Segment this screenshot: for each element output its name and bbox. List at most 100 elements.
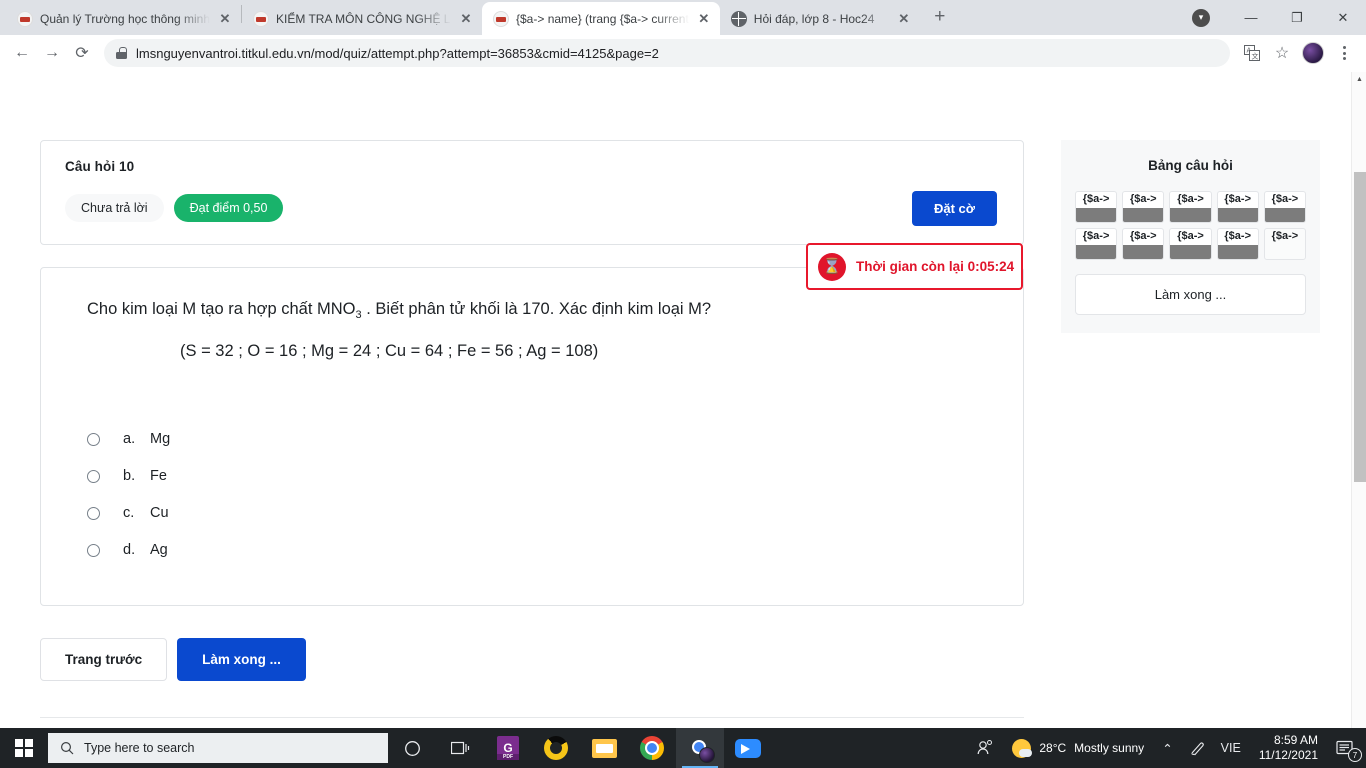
browser-tab-4[interactable]: Hỏi đáp, lớp 8 - Hoc24 ✕ <box>720 2 920 35</box>
edge-icon[interactable] <box>532 728 580 768</box>
back-icon[interactable]: ← <box>8 39 36 67</box>
question-cell-6[interactable]: {$a-> <box>1075 228 1118 260</box>
question-cell-9[interactable]: {$a-> <box>1216 228 1259 260</box>
download-chevron-icon[interactable]: ▾ <box>1192 8 1210 27</box>
radio-button[interactable] <box>87 506 100 520</box>
school-icon <box>253 10 269 27</box>
status-badge: Chưa trả lời <box>65 194 164 222</box>
cell-state-bar <box>1265 245 1305 259</box>
cell-state-bar <box>1217 245 1258 259</box>
weather-widget[interactable]: 28°C Mostly sunny <box>1002 738 1154 758</box>
reload-icon[interactable]: ⟳ <box>68 39 96 67</box>
question-cell-7[interactable]: {$a-> <box>1122 228 1165 260</box>
gpdf-icon[interactable]: G <box>484 728 532 768</box>
maximize-button[interactable]: ❐ <box>1274 0 1320 35</box>
finish-attempt-button[interactable]: Làm xong ... <box>177 637 306 681</box>
flag-question-button[interactable]: Đặt cờ <box>911 191 997 226</box>
remaining-time-text: Thời gian còn lại 0:05:24 <box>856 259 1015 274</box>
bookmark-star-icon[interactable]: ☆ <box>1268 39 1296 67</box>
question-grid: {$a-> {$a-> {$a-> {$a-> {$a-> {$a-> {$a-… <box>1075 191 1306 260</box>
radio-button[interactable] <box>87 543 100 557</box>
translate-icon[interactable]: A 文 <box>1238 39 1266 67</box>
scrollbar-thumb[interactable] <box>1353 172 1366 482</box>
option-letter: c. <box>123 505 135 522</box>
answer-option-a[interactable]: a. Mg <box>87 421 999 458</box>
taskbar-search-input[interactable]: Type here to search <box>48 733 388 763</box>
question-cell-5[interactable]: {$a-> <box>1263 191 1306 223</box>
answer-option-d[interactable]: d. Ag <box>87 532 999 569</box>
window-controls: ▾ — ❐ ✕ <box>1192 0 1366 35</box>
school-icon <box>17 10 33 27</box>
profile-avatar[interactable] <box>1302 42 1324 64</box>
weather-temperature: 28°C <box>1039 741 1067 755</box>
radio-button[interactable] <box>87 469 100 483</box>
windows-taskbar: Type here to search G 28°C <box>0 728 1366 768</box>
pen-icon[interactable] <box>1181 728 1213 768</box>
cell-label: {$a-> <box>1082 230 1110 242</box>
answer-options: a. Mg b. Fe c. Cu d. Ag <box>65 421 999 569</box>
option-text: Mg <box>150 431 171 448</box>
cortana-circle-icon[interactable] <box>388 728 436 768</box>
language-indicator[interactable]: VIE <box>1213 728 1249 768</box>
answer-option-c[interactable]: c. Cu <box>87 495 999 532</box>
browser-toolbar: ← → ⟳ lmsnguyenvantroi.titkul.edu.vn/mod… <box>0 35 1366 72</box>
scroll-up-arrow-icon[interactable]: ▲ <box>1352 72 1366 87</box>
school-icon <box>493 10 509 27</box>
question-cell-2[interactable]: {$a-> <box>1122 191 1165 223</box>
new-tab-button[interactable]: + <box>926 3 954 31</box>
question-cell-4[interactable]: {$a-> <box>1216 191 1259 223</box>
close-icon[interactable]: ✕ <box>696 11 712 27</box>
answer-option-b[interactable]: b. Fe <box>87 458 999 495</box>
search-placeholder-text: Type here to search <box>84 741 195 755</box>
cell-label: {$a-> <box>1224 230 1251 242</box>
clock-widget[interactable]: 8:59 AM 11/12/2021 <box>1249 733 1328 763</box>
close-icon[interactable]: ✕ <box>896 11 912 27</box>
question-text-subscript: 3 <box>355 309 362 321</box>
browser-tab-3-active[interactable]: {$a-> name} (trang {$a-> current ✕ <box>482 2 720 35</box>
option-text: Fe <box>150 468 167 485</box>
cell-state-bar <box>1217 208 1258 222</box>
hourglass-icon: ⌛ <box>818 252 846 281</box>
forward-icon[interactable]: → <box>38 39 66 67</box>
question-cell-10-current[interactable]: {$a-> <box>1263 228 1306 260</box>
notification-center-icon[interactable]: 7 <box>1328 728 1366 768</box>
close-icon[interactable]: ✕ <box>458 11 474 27</box>
option-letter: a. <box>123 431 136 448</box>
chrome-icon[interactable] <box>628 728 676 768</box>
minimize-button[interactable]: — <box>1228 0 1274 35</box>
search-icon <box>60 741 74 755</box>
people-icon[interactable] <box>968 728 1002 768</box>
address-bar[interactable]: lmsnguyenvantroi.titkul.edu.vn/mod/quiz/… <box>104 39 1230 67</box>
zoom-icon[interactable] <box>724 728 772 768</box>
close-icon[interactable]: ✕ <box>217 11 233 27</box>
radio-button[interactable] <box>87 432 100 446</box>
browser-menu-icon[interactable] <box>1330 39 1358 67</box>
sidebar-finish-button[interactable]: Làm xong ... <box>1075 274 1306 315</box>
chrome-profile-icon-active[interactable] <box>676 728 724 768</box>
sun-cloud-icon <box>1012 738 1033 758</box>
remaining-time-alert: ⌛ Thời gian còn lại 0:05:24 <box>806 243 1023 290</box>
quiz-main-column: Câu hỏi 10 Chưa trả lời Đạt điểm 0,50 Đặ… <box>40 140 1024 718</box>
close-window-button[interactable]: ✕ <box>1320 0 1366 35</box>
svg-text:文: 文 <box>1252 52 1259 61</box>
page-scrollbar[interactable]: ▲ <box>1351 72 1366 768</box>
question-text-main: Cho kim loại M tạo ra hợp chất MNO <box>87 300 356 318</box>
tab-strip: Quản lý Trường học thông minh ✕ KIỂM TRA… <box>0 0 1366 35</box>
browser-tab-2[interactable]: KIỂM TRA MÔN CÔNG NGHỆ LỚ ✕ <box>242 2 482 35</box>
cell-label: {$a-> <box>1129 193 1157 205</box>
question-header-card: Câu hỏi 10 Chưa trả lời Đạt điểm 0,50 Đặ… <box>40 140 1024 245</box>
show-hidden-icons-chevron-icon[interactable]: ⌃ <box>1154 728 1180 768</box>
task-view-icon[interactable] <box>436 728 484 768</box>
page-viewport: Câu hỏi 10 Chưa trả lời Đạt điểm 0,50 Đặ… <box>0 72 1366 768</box>
file-explorer-icon[interactable] <box>580 728 628 768</box>
browser-tab-1[interactable]: Quản lý Trường học thông minh ✕ <box>6 2 241 35</box>
question-cell-8[interactable]: {$a-> <box>1169 228 1212 260</box>
previous-page-button[interactable]: Trang trước <box>40 637 168 681</box>
option-text: Ag <box>150 542 168 559</box>
question-cell-3[interactable]: {$a-> <box>1169 191 1212 223</box>
cell-label: {$a-> <box>1177 193 1204 205</box>
windows-start-icon[interactable] <box>0 728 48 768</box>
question-cell-1[interactable]: {$a-> <box>1075 191 1118 223</box>
question-text: Cho kim loại M tạo ra hợp chất MNO3 . Bi… <box>65 298 999 322</box>
footer-divider <box>40 716 1024 718</box>
